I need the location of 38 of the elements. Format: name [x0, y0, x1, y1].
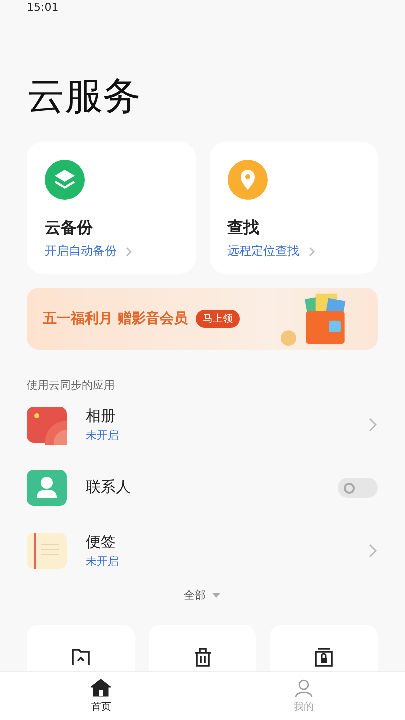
chevron-icon	[125, 246, 133, 258]
feature-card[interactable]: 查找 远程定位查找	[210, 142, 378, 274]
feature-card[interactable]: 云备份 开启自动备份	[27, 142, 196, 274]
section-label: 使用云同步的应用	[27, 378, 116, 393]
promo-banner[interactable]: 五一福利月 赠影音会员 马上领	[27, 288, 378, 350]
app-row[interactable]: 联系人	[27, 456, 378, 519]
layers-icon	[45, 160, 85, 200]
chevron-icon	[308, 246, 316, 258]
card-title: 查找	[228, 218, 260, 239]
location-pin-icon	[228, 160, 268, 200]
chevron-icon	[368, 542, 378, 558]
lock-box-icon	[314, 647, 334, 667]
home-icon	[91, 678, 112, 698]
app-row[interactable]: 相册 未开启	[27, 393, 378, 456]
card-link[interactable]: 开启自动备份	[45, 243, 133, 260]
folder-icon	[70, 647, 91, 667]
sync-status: 未开启	[86, 428, 120, 442]
status-time: 15:01	[27, 0, 59, 14]
app-name: 联系人	[86, 478, 132, 497]
card-title: 云备份	[45, 218, 93, 239]
notepad-icon	[27, 530, 67, 570]
app-name: 便签	[86, 532, 117, 552]
toggle-switch[interactable]	[338, 478, 378, 498]
app-name: 相册	[86, 406, 117, 426]
app-row[interactable]: 便签 未开启	[27, 519, 378, 582]
person-icon	[294, 678, 314, 698]
expand-button[interactable]: 全部	[184, 588, 221, 603]
contact-icon	[27, 468, 67, 508]
caret-icon	[212, 593, 221, 598]
sync-status: 未开启	[86, 554, 120, 568]
chevron-icon	[368, 416, 378, 432]
banner-text: 五一福利月 赠影音会员	[43, 310, 188, 328]
nav-tab[interactable]: 首页	[0, 672, 202, 720]
claim-button[interactable]: 马上领	[196, 310, 240, 328]
trash-icon	[192, 647, 212, 667]
page-title: 云服务	[27, 73, 142, 120]
album-icon	[27, 404, 67, 444]
card-link[interactable]: 远程定位查找	[228, 243, 316, 260]
